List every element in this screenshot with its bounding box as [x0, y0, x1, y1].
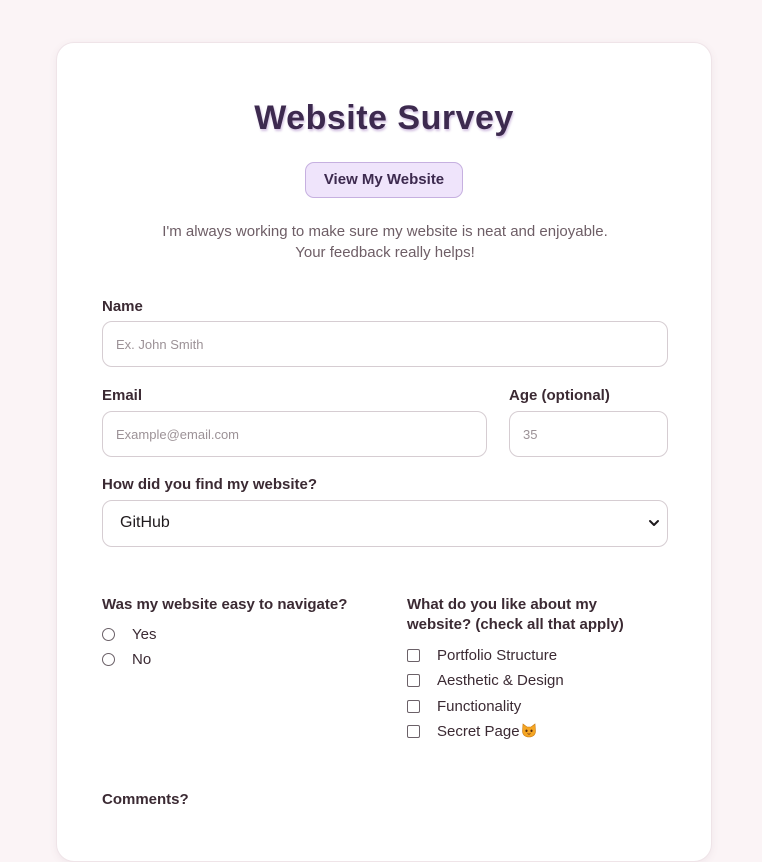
source-select[interactable]: GitHub — [102, 500, 668, 547]
name-label: Name — [102, 298, 143, 315]
navigation-option-yes[interactable]: Yes — [102, 625, 222, 645]
likes-question-line-2: website? (check all that apply) — [407, 616, 624, 633]
email-input[interactable] — [102, 411, 487, 457]
checkbox-functionality[interactable] — [407, 700, 420, 713]
age-input[interactable] — [509, 411, 668, 457]
navigation-option-label: No — [132, 651, 152, 668]
radio-no[interactable] — [102, 653, 115, 666]
source-label: How did you find my website? — [102, 476, 318, 493]
likes-option-portfolio[interactable]: Portfolio Structure — [407, 646, 627, 666]
likes-option-label: Portfolio Structure — [437, 647, 558, 664]
intro-line-2: Your feedback really helps! — [295, 244, 475, 261]
likes-question-line-1: What do you like about my — [407, 596, 598, 613]
email-label: Email — [102, 387, 143, 404]
survey-card: Website Survey View My Website I'm alway… — [56, 42, 712, 862]
navigation-option-no[interactable]: No — [102, 650, 222, 670]
checkbox-portfolio[interactable] — [407, 649, 420, 662]
navigation-question: Was my website easy to navigate? — [102, 596, 348, 613]
name-input[interactable] — [102, 321, 668, 367]
checkbox-secret[interactable] — [407, 725, 420, 738]
likes-question: What do you like about my website? (chec… — [407, 595, 624, 635]
intro-line-1: I'm always working to make sure my websi… — [162, 223, 608, 240]
likes-option-label: Functionality — [437, 698, 522, 715]
view-website-button[interactable]: View My Website — [305, 162, 463, 198]
navigation-option-label: Yes — [132, 626, 157, 643]
chevron-down-icon — [649, 520, 659, 526]
age-label: Age (optional) — [509, 387, 610, 404]
page-title: Website Survey — [254, 99, 514, 137]
checkbox-aesthetic[interactable] — [407, 674, 420, 687]
likes-option-aesthetic[interactable]: Aesthetic & Design — [407, 671, 627, 691]
likes-option-label: Secret Page — [437, 723, 520, 740]
likes-option-secret-text: Secret Page — [437, 722, 537, 742]
likes-option-functionality[interactable]: Functionality — [407, 697, 627, 717]
radio-yes[interactable] — [102, 628, 115, 641]
source-selected-value: GitHub — [120, 514, 170, 531]
likes-option-secret[interactable]: Secret Page — [407, 722, 627, 742]
cat-face-icon — [521, 723, 536, 738]
likes-option-label: Aesthetic & Design — [437, 672, 564, 689]
intro-text: I'm always working to make sure my websi… — [97, 221, 673, 263]
comments-label: Comments? — [102, 791, 189, 808]
